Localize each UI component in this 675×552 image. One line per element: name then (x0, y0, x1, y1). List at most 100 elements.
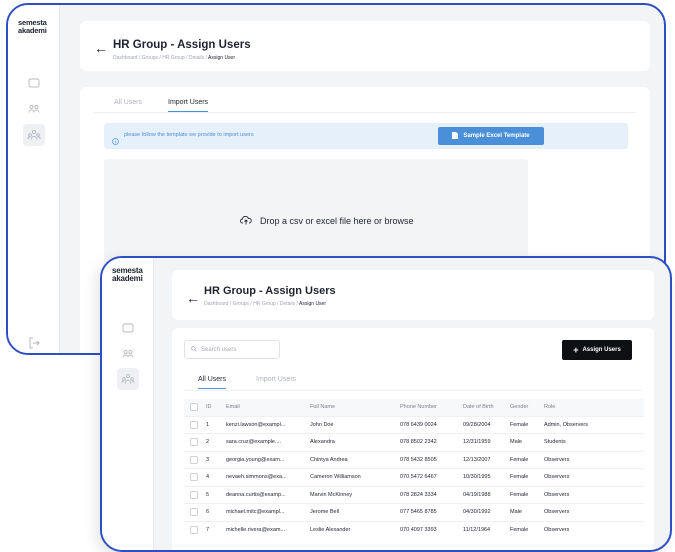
row-checkbox[interactable] (190, 420, 198, 429)
cell-phone: 078 2824 3334 (400, 485, 463, 504)
breadcrumb: Dashboard / Groups / HR Group / Details … (113, 55, 235, 61)
page-title: HR Group - Assign Users (204, 285, 336, 297)
info-text: please follow the template we provide to… (124, 132, 254, 138)
cell-full-name: Cameron Williamson (310, 468, 400, 486)
cell-full-name: Jerome Bell (310, 503, 400, 521)
row-checkbox[interactable] (190, 526, 198, 534)
row-checkbox[interactable] (190, 508, 198, 517)
plus-icon: + (573, 345, 579, 355)
cell-dob: 12/13/2007 (463, 450, 510, 469)
logo-line-2: akademi (112, 274, 143, 283)
logout-icon[interactable] (26, 335, 42, 351)
sidebar: semesta akademi (8, 5, 60, 353)
tab-all-users[interactable]: All Users (114, 99, 142, 106)
logo-line-2: akademi (18, 25, 47, 35)
cell-id: 1 (206, 415, 226, 434)
tab-all-users[interactable]: All Users (198, 376, 227, 389)
search-input[interactable]: Search users (184, 340, 280, 359)
table-row[interactable]: 3 georgia.young@exam... Chintya Andrea 0… (184, 450, 644, 469)
cell-phone: 078 5432 8505 (400, 450, 463, 469)
cell-id: 7 (206, 520, 226, 539)
dropzone-text[interactable]: Drop a csv or excel file here or browse (260, 216, 414, 226)
cell-full-name: John Doe (310, 415, 400, 434)
row-checkbox[interactable] (190, 473, 198, 482)
tab-import-users[interactable]: Import Users (256, 376, 296, 383)
cell-dob: 04/30/1992 (463, 503, 510, 521)
cell-phone: 078 6439 0024 (400, 415, 463, 434)
users-icon[interactable] (26, 101, 42, 117)
column-header-full-name: Full Name (310, 399, 400, 416)
header-panel: ← HR Group - Assign Users Dashboard / Gr… (80, 21, 650, 71)
cell-gender: Female (510, 450, 544, 469)
tabs-divider (94, 112, 636, 113)
breadcrumb: Dashboard / Groups / HR Group / Details … (204, 301, 326, 307)
info-icon (112, 132, 119, 150)
arrow-left-icon[interactable]: ← (186, 291, 200, 305)
tab-import-users[interactable]: Import Users (168, 99, 209, 112)
column-header-gender: Gender (510, 399, 544, 416)
cell-dob: 11/12/1964 (463, 520, 510, 539)
row-checkbox[interactable] (190, 455, 198, 464)
cell-dob: 12/31/1959 (463, 433, 510, 451)
column-header-email: Email (226, 399, 310, 416)
cell-gender: Female (510, 468, 544, 486)
sample-excel-template-button[interactable]: Sample Excel Template (438, 127, 544, 145)
table-row[interactable]: 2 sara.cruz@example.... Alexandra 078 85… (184, 433, 644, 451)
cell-full-name: Chintya Andrea (310, 450, 400, 469)
row-checkbox-cell (184, 485, 206, 504)
cell-id: 3 (206, 450, 226, 469)
row-checkbox-cell (184, 520, 206, 539)
tabs-divider (184, 390, 642, 391)
select-all-checkbox-cell (184, 399, 206, 416)
breadcrumb-path[interactable]: Dashboard / Groups / HR Group / Details … (113, 55, 208, 61)
monitor-icon[interactable] (120, 320, 136, 336)
assign-users-label: Assign Users (582, 347, 621, 353)
cell-role: Observers (544, 520, 644, 539)
cell-email: sara.cruz@example.... (226, 433, 310, 451)
table-row[interactable]: 5 deanna.curtis@examp... Marvin McKinney… (184, 485, 644, 504)
row-checkbox-cell (184, 415, 206, 434)
logo[interactable]: semesta akademi (18, 19, 47, 34)
breadcrumb-current: Assign User (299, 301, 326, 307)
cell-full-name: Leslie Alexander (310, 520, 400, 539)
column-header-id: ID (206, 399, 226, 416)
cell-dob: 10/30/1995 (463, 468, 510, 486)
logo[interactable]: semesta akademi (112, 267, 143, 283)
users-panel: Search users + Assign Users All Users Im… (172, 328, 654, 550)
all-users-window: semesta akademi ← HR Group - Assign User… (100, 256, 672, 552)
cell-role: Observers (544, 485, 644, 504)
breadcrumb-current: Assign User (208, 55, 235, 61)
sample-excel-template-label: Sample Excel Template (463, 133, 530, 139)
cell-phone: 078 8502 2342 (400, 433, 463, 451)
sidebar: semesta akademi (102, 258, 154, 550)
column-header-role: Role (544, 399, 644, 416)
table-row[interactable]: 6 michael.mitc@exampl... Jerome Bell 077… (184, 503, 644, 521)
cell-email: michael.mitc@exampl... (226, 503, 310, 521)
cell-phone: 070 4097 3393 (400, 520, 463, 539)
users-table: ID Email Full Name Phone Number Date of … (184, 399, 644, 539)
cell-role: Observers (544, 468, 644, 486)
column-header-phone: Phone Number (400, 399, 463, 416)
row-checkbox[interactable] (190, 438, 198, 447)
table-row[interactable]: 1 kenzi.lawson@exampl... John Doe 078 64… (184, 415, 644, 434)
cell-role: Admin, Observers (544, 415, 644, 434)
table-row[interactable]: 4 nevaeh.simmons@exa... Cameron Williams… (184, 468, 644, 486)
assign-users-button[interactable]: + Assign Users (562, 340, 632, 360)
cell-email: nevaeh.simmons@exa... (226, 468, 310, 486)
group-icon[interactable] (117, 368, 139, 390)
cell-dob: 04/19/1988 (463, 485, 510, 504)
cell-email: deanna.curtis@examp... (226, 485, 310, 504)
cell-email: michelle.rivera@exam... (226, 520, 310, 539)
cell-id: 2 (206, 433, 226, 451)
select-all-checkbox[interactable] (190, 403, 198, 412)
page-title: HR Group - Assign Users (113, 39, 251, 51)
row-checkbox[interactable] (190, 490, 198, 499)
monitor-icon[interactable] (26, 75, 42, 91)
table-row[interactable]: 7 michelle.rivera@exam... Leslie Alexand… (184, 520, 644, 539)
cell-phone: 077 5465 8785 (400, 503, 463, 521)
arrow-left-icon[interactable]: ← (94, 41, 108, 55)
cell-gender: Male (510, 433, 544, 451)
breadcrumb-path[interactable]: Dashboard / Groups / HR Group / Details … (204, 301, 299, 307)
group-icon[interactable] (23, 124, 45, 146)
users-icon[interactable] (120, 346, 136, 362)
